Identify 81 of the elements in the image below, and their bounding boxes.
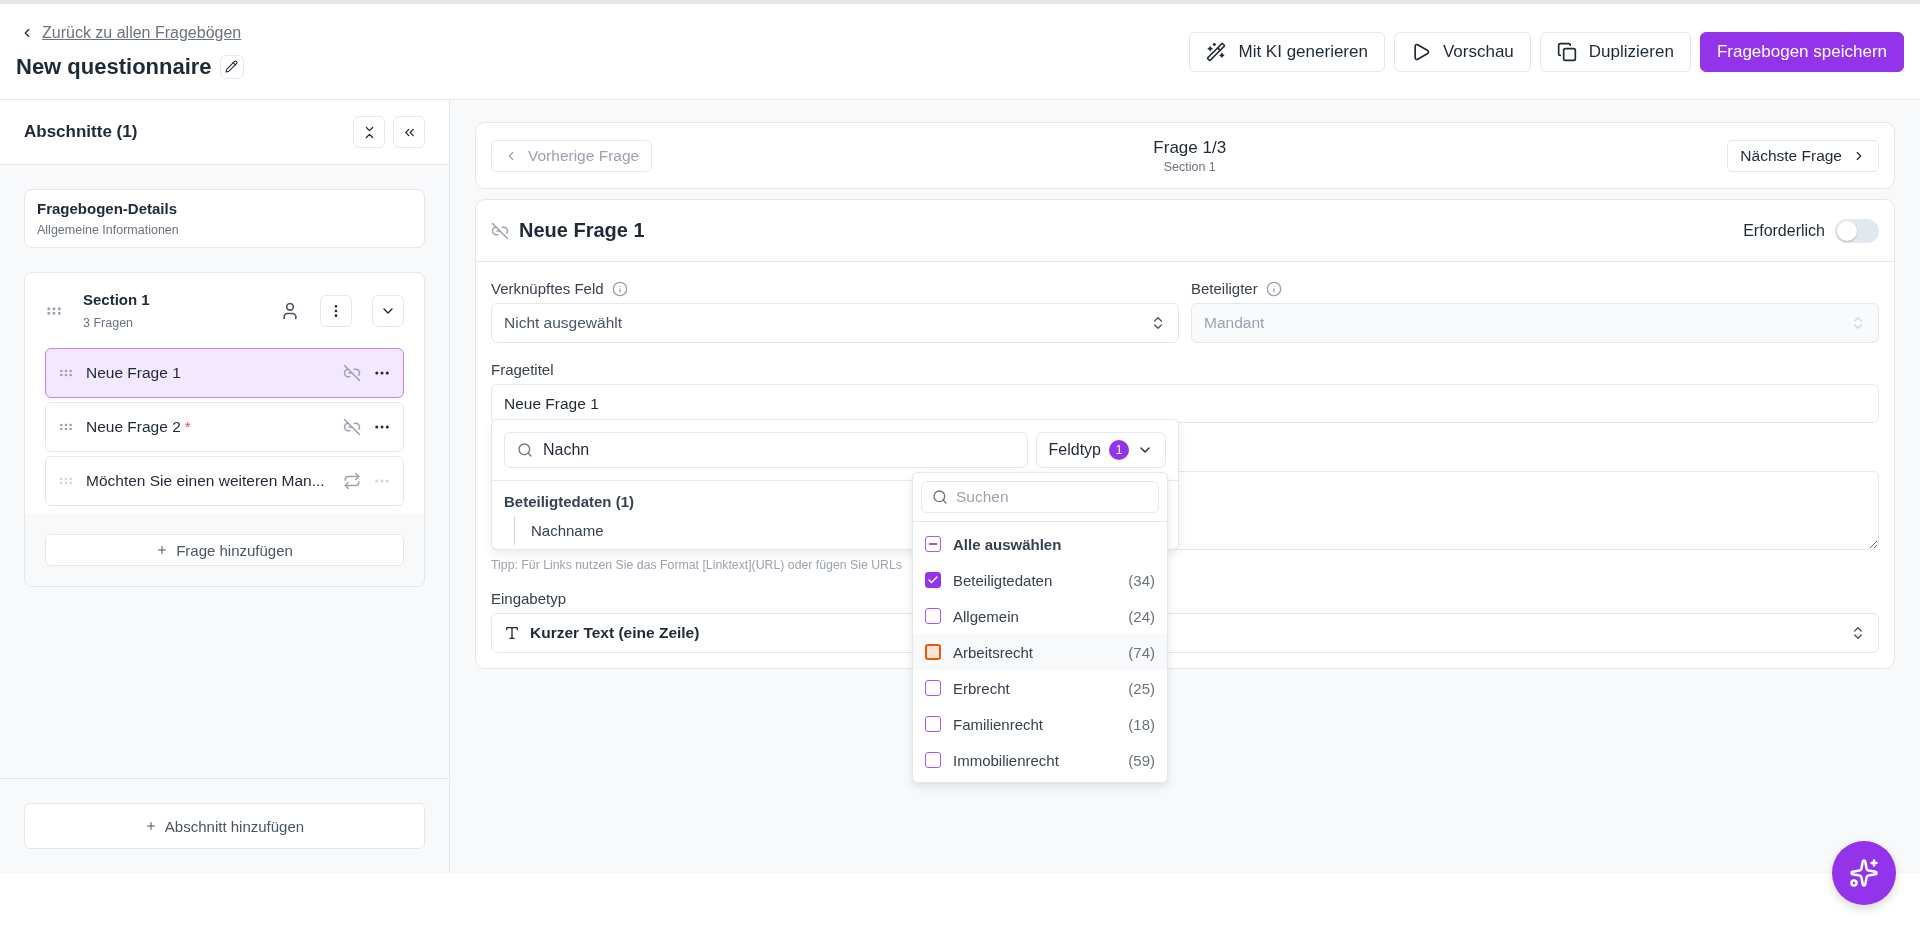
plus-icon [156, 544, 169, 556]
option-label: Beteiligtedaten [953, 571, 1054, 589]
unlink-icon [343, 364, 361, 382]
option-count: (25) [1128, 679, 1155, 697]
option-label: Immobilienrecht [953, 751, 1060, 769]
collapse-all-button[interactable] [353, 116, 385, 148]
unlink-icon [491, 221, 509, 240]
info-icon [1265, 280, 1282, 297]
plus-icon [144, 820, 157, 832]
title-input[interactable]: Neue Frage 1 [491, 384, 1879, 423]
back-link[interactable]: Zurück zu allen Fragebögen [16, 23, 244, 42]
option-count: (59) [1128, 751, 1155, 769]
question-label: Neue Frage 2 * [86, 418, 192, 436]
field-type-filter-button[interactable]: Feldtyp 1 [1035, 432, 1166, 468]
checkbox[interactable] [925, 716, 941, 732]
type-option[interactable]: Familienrecht (18) [913, 706, 1167, 742]
pencil-icon [225, 60, 239, 73]
search-icon [932, 489, 948, 505]
question-title: Neue Frage 1 [519, 219, 646, 242]
checkbox[interactable] [925, 644, 941, 660]
sparkles-icon [1849, 858, 1879, 888]
edit-title-button[interactable] [219, 54, 244, 79]
select-all-option[interactable]: Alle auswählen [913, 526, 1167, 562]
text-icon [504, 625, 520, 641]
question-item[interactable]: Möchten Sie einen weiteren Man... [45, 456, 404, 506]
question-item[interactable]: Neue Frage 2 * [45, 402, 404, 452]
details-title: Fragebogen-Details [37, 200, 179, 217]
select-field[interactable]: Nicht ausgewählt [491, 303, 1179, 343]
person-icon [280, 300, 300, 321]
type-option[interactable]: Allgemein (24) [913, 598, 1167, 634]
field-label: Eingabetyp [491, 590, 568, 607]
details-subtitle: Allgemeine Informationen [37, 223, 180, 237]
copy-icon [1556, 41, 1577, 62]
type-option[interactable]: Arbeitsrecht (74) [913, 634, 1167, 670]
ai-assistant-button[interactable] [1832, 841, 1896, 905]
type-option[interactable]: Immobilienrecht (59) [913, 742, 1167, 778]
question-counter: Frage 1/3 [1153, 137, 1227, 158]
field-label: Verknüpftes Feld [491, 280, 604, 297]
option-count: (18) [1128, 715, 1155, 733]
field-search-input[interactable]: Nachn [504, 432, 1028, 468]
checkbox[interactable] [925, 680, 941, 696]
details-card[interactable]: Fragebogen-Details Allgemeine Informationen [24, 189, 425, 248]
required-toggle[interactable] [1835, 218, 1879, 243]
checkbox[interactable] [925, 572, 941, 588]
section-subtitle: 3 Fragen [83, 316, 135, 330]
checkbox[interactable] [925, 608, 941, 624]
option-count: (34) [1128, 571, 1155, 589]
section-title: Section 1 [83, 291, 151, 308]
toolbar-button[interactable]: Vorschau [1393, 31, 1531, 72]
tip-text: Tipp: Für Links nutzen Sie das Format [Linktext](URL) oder fügen Sie URLs [491, 558, 902, 572]
checkbox[interactable] [925, 752, 941, 768]
field-label: Beteiligter [1191, 280, 1258, 297]
group-heading: Beteiligtedaten (1) [504, 492, 635, 512]
option-label: Familienrecht [953, 715, 1045, 733]
question-label: Möchten Sie einen weiteren Man... [86, 472, 326, 490]
add-section-button[interactable]: Abschnitt hinzufügen [24, 803, 425, 849]
search-icon [517, 442, 533, 458]
required-label: Erforderlich [1743, 221, 1825, 240]
unlink-icon [343, 418, 361, 436]
collapse-sidebar-button[interactable] [393, 116, 425, 148]
save-button[interactable]: Fragebogen speichern [1699, 31, 1904, 72]
filter-count-badge: 1 [1109, 440, 1129, 460]
expand-button[interactable] [372, 294, 404, 327]
option-label: Erbrecht [953, 679, 1011, 697]
add-question-button[interactable]: Frage hinzufügen [45, 534, 404, 566]
next-button[interactable]: Nächste Frage [1727, 139, 1879, 172]
check-icon [927, 574, 939, 586]
toolbar-button[interactable]: Duplizieren [1539, 31, 1691, 72]
repeat-icon [343, 472, 361, 490]
question-label: Neue Frage 1 [86, 364, 182, 382]
questionnaire-title: New questionnaire [16, 53, 212, 80]
type-option[interactable]: Beteiligtedaten (34) [913, 562, 1167, 598]
section-name: Section 1 [1163, 159, 1216, 174]
toolbar-button[interactable]: Mit KI generieren [1189, 31, 1385, 72]
question-item[interactable]: Neue Frage 1 [45, 348, 404, 398]
type-option[interactable]: Erbrecht (25) [913, 670, 1167, 706]
sections-heading: Abschnitte (1) [24, 122, 138, 142]
magic-wand-icon [1206, 41, 1227, 62]
info-icon [611, 280, 628, 297]
field-label: Fragetitel [491, 361, 555, 378]
checkbox[interactable] [925, 536, 941, 552]
